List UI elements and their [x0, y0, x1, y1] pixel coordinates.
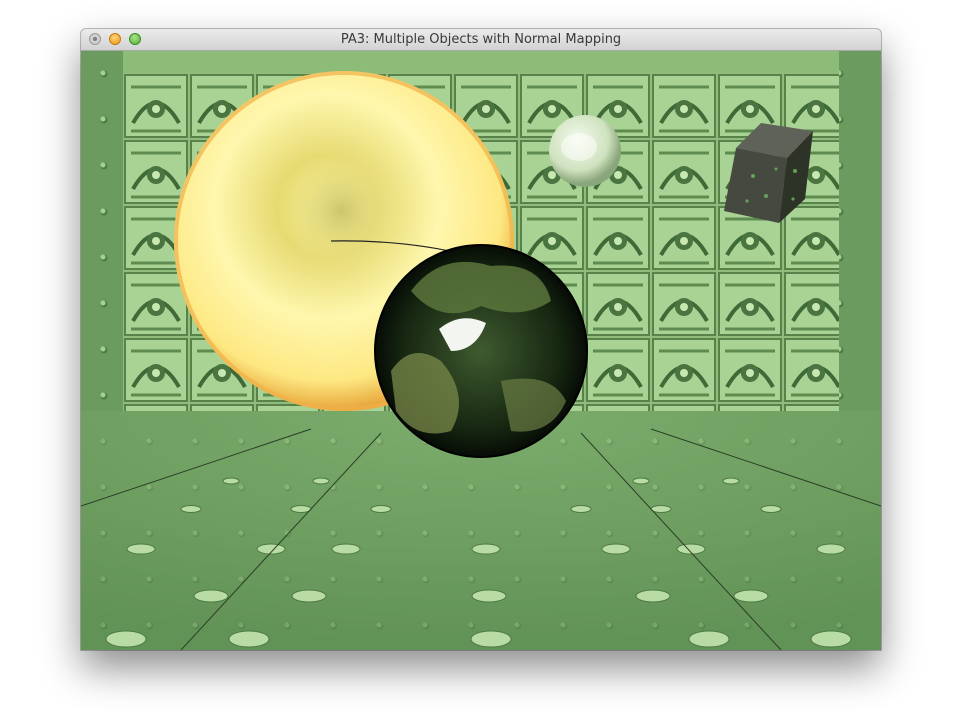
- app-window: PA3: Multiple Objects with Normal Mappin…: [81, 29, 881, 650]
- right-wall: [839, 51, 881, 411]
- left-wall: [81, 51, 123, 411]
- window-title: PA3: Multiple Objects with Normal Mappin…: [340, 32, 622, 47]
- title-bar[interactable]: PA3: Multiple Objects with Normal Mappin…: [81, 29, 881, 51]
- render-canvas[interactable]: [81, 51, 881, 650]
- earth-sphere: [374, 244, 588, 458]
- top-wall-strip: [123, 51, 839, 73]
